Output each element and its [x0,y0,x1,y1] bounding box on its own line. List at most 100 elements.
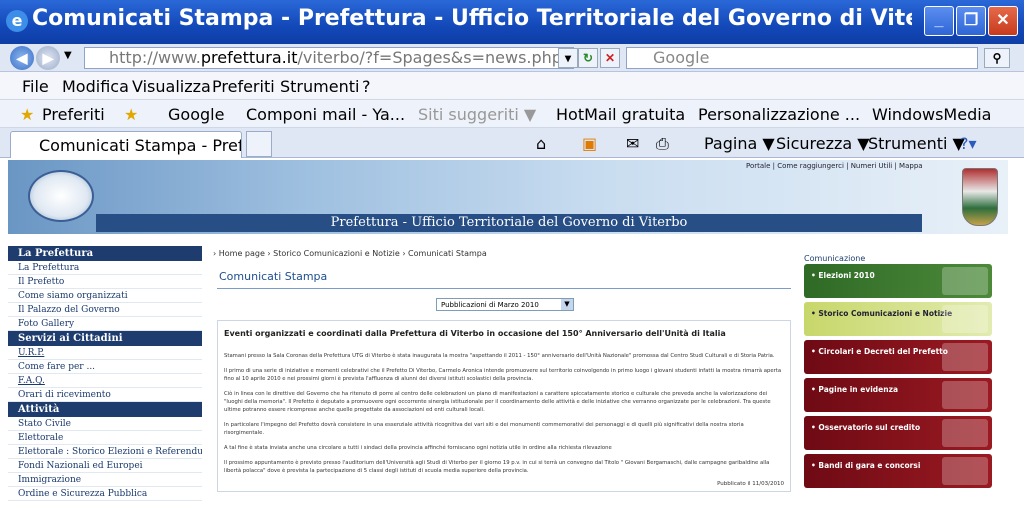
top-links[interactable]: Portale | Come raggiungerci | Numeri Uti… [746,162,923,170]
forward-button[interactable]: ▶ [36,46,60,70]
viterbo-crest-icon [962,168,998,226]
menu-file[interactable]: File [22,77,49,96]
new-tab-button[interactable] [246,131,272,157]
title-divider [217,288,791,289]
address-toolbar: ◀ ▶ ▼ http://www.prefettura.it/viterbo/?… [0,44,1024,72]
menu-bar: File Modifica Visualizza Preferiti Strum… [0,72,1024,100]
right-column: Comunicazione • Elezioni 2010 • Storico … [804,250,996,492]
add-favorite-icon[interactable]: ★ [124,105,138,124]
favorites-button[interactable]: Preferiti [42,105,105,124]
page-title: Comunicati Stampa [219,270,328,283]
fav-suggested-sites[interactable]: Siti suggeriti ▼ [418,105,536,124]
box-osservatorio-credito[interactable]: • Osservatorio sul credito [804,416,992,450]
article-heading: Eventi organizzati e coordinati dalla Pr… [224,329,726,338]
box-elezioni-2010[interactable]: • Elezioni 2010 [804,264,992,298]
close-button[interactable]: ✕ [988,6,1018,36]
box-label: Bandi di gara e concorsi [818,461,921,470]
box-label: Osservatorio sul credito [818,423,921,432]
box-storico-comunicazioni[interactable]: • Storico Comunicazioni e Notizie [804,302,992,336]
nav-il-prefetto[interactable]: Il Prefetto [8,275,202,289]
nav-palazzo[interactable]: Il Palazzo del Governo [8,303,202,317]
fav-personalizzazione[interactable]: Personalizzazione ... [698,105,860,124]
menu-tools[interactable]: Strumenti [280,77,359,96]
box-label: Storico Comunicazioni e Notizie [818,309,953,318]
menu-edit[interactable]: Modifica [62,77,129,96]
back-button[interactable]: ◀ [10,46,34,70]
maximize-button[interactable]: ❐ [956,6,986,36]
box-pagine-evidenza[interactable]: • Pagine in evidenza [804,378,992,412]
box-circolari-decreti[interactable]: • Circolari e Decreti del Prefetto [804,340,992,374]
nav-orari[interactable]: Orari di ricevimento [8,388,202,402]
search-input[interactable]: Google [626,47,978,69]
mail-icon[interactable]: ✉ [626,134,639,153]
security-menu[interactable]: Sicurezza ▼ [776,134,870,153]
box-label: Circolari e Decreti del Prefetto [818,347,948,356]
nav-come-fare[interactable]: Come fare per ... [8,360,202,374]
publish-date: Pubblicato il 11/03/2010 [717,481,784,487]
url-field[interactable]: http://www.prefettura.it/viterbo/?f=Spag… [84,47,574,69]
nav-section-servizi: Servizi ai Cittadini [8,331,202,346]
ie-logo-icon: e [6,10,28,32]
nav-foto-gallery[interactable]: Foto Gallery [8,317,202,331]
article-box: Eventi organizzati e coordinati dalla Pr… [217,320,791,492]
menu-view[interactable]: Visualizza [132,77,211,96]
home-icon[interactable]: ⌂ [536,134,546,153]
fav-google[interactable]: Google [168,105,224,124]
nav-storico-elezioni[interactable]: Elettorale : Storico Elezioni e Referend… [8,445,202,459]
url-path: /viterbo/?f=Spages&s=news.php&id_a [297,48,573,67]
nav-ordine-sicurezza[interactable]: Ordine e Sicurezza Pubblica [8,487,202,501]
month-select-value: Pubblicazioni di Marzo 2010 [441,301,539,309]
ballot-image-icon [942,267,988,295]
republic-seal-icon [28,170,94,222]
box-label: Elezioni 2010 [818,271,875,280]
nav-organizzati[interactable]: Come siamo organizzati [8,289,202,303]
article-paragraph: Il prossimo appuntamento è previsto pres… [224,460,770,474]
article-paragraph: In particolare l'impegno del Prefetto do… [224,422,744,436]
chevron-down-icon[interactable]: ▼ [561,299,573,310]
minimize-button[interactable]: _ [924,6,954,36]
nav-la-prefettura[interactable]: La Prefettura [8,261,202,275]
nav-elettorale[interactable]: Elettorale [8,431,202,445]
nav-urp[interactable]: U.R.P. [8,346,202,360]
tab-comunicati[interactable]: Comunicati Stampa - Prefe... [10,131,242,158]
page-menu[interactable]: Pagina ▼ [704,134,775,153]
history-dropdown-icon[interactable]: ▼ [64,50,72,61]
print-icon[interactable]: ⎙ [656,134,669,154]
article-paragraph: Stamani presso la Sala Coronas della Pre… [224,353,775,359]
documents-image-icon [942,343,988,371]
box-bandi-gara[interactable]: • Bandi di gara e concorsi [804,454,992,488]
nav-immigrazione[interactable]: Immigrazione [8,473,202,487]
search-icon[interactable]: ⚲ [984,48,1010,68]
box-label: Pagine in evidenza [818,385,899,394]
fav-yahoo-mail[interactable]: Componi mail - Ya... [246,105,405,124]
stop-icon[interactable]: ✕ [600,48,620,68]
fav-hotmail[interactable]: HotMail gratuita [556,105,685,124]
window-title: Comunicati Stampa - Prefettura - Ufficio… [32,6,912,31]
nav-fondi[interactable]: Fondi Nazionali ed Europei [8,459,202,473]
article-paragraph: A tal fine è stata inviata anche una cir… [224,445,612,451]
tools-menu[interactable]: Strumenti ▼ [868,134,965,153]
banner-title: Prefettura - Ufficio Territoriale del Go… [96,214,922,232]
url-dropdown-icon[interactable]: ▾ [558,48,578,68]
search-placeholder: Google [653,48,710,67]
menu-favorites[interactable]: Preferiti [212,77,275,96]
article-paragraph: Ciò in linea con le direttive del Govern… [224,391,771,413]
favorites-star-icon: ★ [20,105,35,124]
money-image-icon [942,419,988,447]
breadcrumb[interactable]: › Home page › Storico Comunicazioni e No… [213,249,487,258]
papers-image-icon [942,457,988,485]
nav-section-prefettura: La Prefettura [8,246,202,261]
right-column-title: Comunicazione [804,254,866,263]
month-select[interactable]: Pubblicazioni di Marzo 2010 ▼ [436,298,574,311]
article-paragraph: Il primo di una serie di iniziative e mo… [224,368,782,382]
fav-windowsmedia[interactable]: WindowsMedia [872,105,991,124]
nav-stato-civile[interactable]: Stato Civile [8,417,202,431]
menu-help[interactable]: ? [362,77,371,96]
window-titlebar: e Comunicati Stampa - Prefettura - Uffic… [0,0,1024,44]
feeds-icon[interactable]: ▣ [582,134,597,153]
help-icon[interactable]: ?▾ [960,134,977,153]
refresh-icon[interactable]: ↻ [578,48,598,68]
favorites-bar: ★ Preferiti ★ Google Componi mail - Ya..… [0,100,1024,128]
left-navigation: La Prefettura La Prefettura Il Prefetto … [8,246,202,517]
nav-faq[interactable]: F.A.Q. [8,374,202,388]
